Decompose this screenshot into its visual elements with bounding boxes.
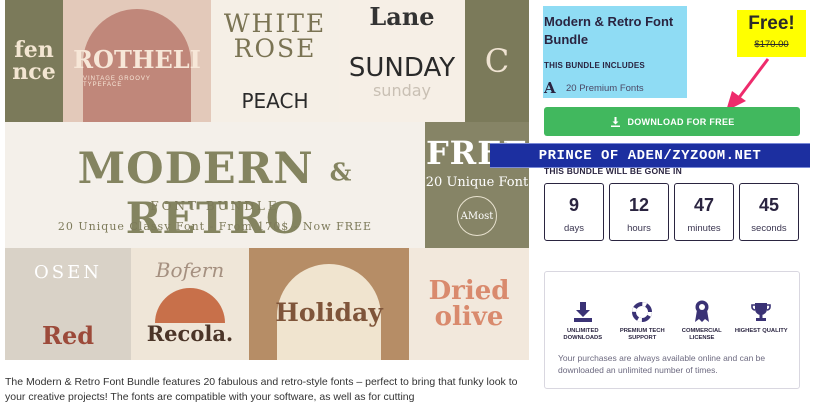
font-preview-text: WHITE ROSE <box>223 9 327 63</box>
font-preview-tile: Holiday <box>249 248 409 360</box>
banner-free-panel: FREE 20 Unique Font AMost <box>425 122 529 248</box>
feature-premium-support: PREMIUM TECH SUPPORT <box>613 300 671 342</box>
font-preview-tile: Lane SUNDAY sunday <box>339 0 465 122</box>
font-preview-text: PEACH <box>241 89 309 113</box>
download-button-label: DOWNLOAD FOR FREE <box>627 116 735 127</box>
countdown-hours: 12 hours <box>609 183 669 241</box>
countdown-unit: seconds <box>751 223 787 234</box>
font-preview-text: Bofern <box>155 258 225 282</box>
original-price: $170.00 <box>754 39 789 50</box>
font-preview-tile: ROTHELI VINTAGE GROOVY TYPEFACE <box>63 0 211 122</box>
countdown-value: 9 <box>568 195 579 215</box>
feature-commercial-license: COMMERCIAL LICENSE <box>673 300 731 342</box>
award-ribbon-icon <box>673 300 731 322</box>
banner-ampersand: & <box>329 157 353 187</box>
bundle-item: A 20 Premium Fonts <box>544 79 687 97</box>
feature-label: PREMIUM TECH SUPPORT <box>619 328 665 341</box>
font-preview-text: Red <box>42 321 94 350</box>
banner-title-part: MODERN <box>77 144 314 194</box>
font-preview-text: Holiday <box>275 297 383 327</box>
font-preview-text: OSEN <box>34 262 102 283</box>
font-preview-text: fen nce <box>12 37 56 85</box>
product-title-block: Modern & Retro Font Bundle THIS BUNDLE I… <box>543 6 687 98</box>
font-preview-tile: OSEN Red <box>5 248 131 360</box>
trophy-icon <box>732 300 790 322</box>
pointer-arrow-icon <box>726 58 770 111</box>
feature-highest-quality: HIGHEST QUALITY <box>732 300 790 342</box>
brand-logo: AMost <box>457 196 497 236</box>
font-preview-tile: fen nce <box>5 0 63 122</box>
countdown-seconds: 45 seconds <box>739 183 799 241</box>
countdown-days: 9 days <box>544 183 604 241</box>
feature-unlimited-downloads: UNLIMITED DOWNLOADS <box>554 300 612 342</box>
countdown-value: 47 <box>693 195 715 215</box>
bundle-item-label: 20 Premium Fonts <box>566 82 644 94</box>
feature-label: COMMERCIAL LICENSE <box>681 328 722 341</box>
product-description: The Modern & Retro Font Bundle features … <box>5 376 518 403</box>
font-preview-text: ROTHELI <box>73 45 201 74</box>
font-preview-text: Lane <box>369 2 435 31</box>
download-button[interactable]: DOWNLOAD FOR FREE <box>544 107 800 136</box>
font-preview-text: Dried olive <box>428 276 510 332</box>
price-badge: Free! $170.00 <box>737 10 806 57</box>
countdown-minutes: 47 minutes <box>674 183 734 241</box>
font-preview-text: sunday <box>372 81 432 100</box>
font-preview-tile: Dried olive <box>409 248 529 360</box>
bundle-includes-label: THIS BUNDLE INCLUDES <box>544 61 645 70</box>
countdown-unit: days <box>563 223 585 234</box>
font-preview-tile: C <box>465 0 529 122</box>
free-label: Free! <box>748 13 795 34</box>
font-icon: A <box>544 79 556 97</box>
product-title: Modern & Retro Font Bundle <box>544 14 674 47</box>
countdown-value: 12 <box>628 195 650 215</box>
countdown-label: THIS BUNDLE WILL BE GONE IN <box>544 166 682 176</box>
features-panel: UNLIMITED DOWNLOADS PREMIUM TECH SUPPORT… <box>544 271 800 389</box>
font-preview-tile: Bofern Recola. <box>131 248 249 360</box>
banner-price-line: 20 Unique Classy Font - From 170$ - Now … <box>57 220 373 233</box>
bundle-banner: MODERN & RETRO FONT BUNDLE 20 Unique Cla… <box>5 122 425 248</box>
banner-subtitle: FONT BUNDLE <box>150 199 280 213</box>
countdown-unit: minutes <box>687 223 721 234</box>
feature-label: UNLIMITED DOWNLOADS <box>563 328 603 341</box>
font-preview-text: C <box>484 42 510 80</box>
banner-free-count: 20 Unique Font <box>425 175 529 190</box>
countdown-timer: 9 days 12 hours 47 minutes 45 seconds <box>544 183 799 241</box>
features-note: Your purchases are always available onli… <box>558 353 766 375</box>
countdown-unit: hours <box>627 223 651 234</box>
download-icon <box>554 300 612 322</box>
countdown-value: 45 <box>758 195 780 215</box>
font-preview-text: SUNDAY <box>348 53 456 83</box>
watermark-overlay: PRINCE OF ADEN/ZYZOOM.NET <box>490 143 810 168</box>
font-preview-text: Recola. <box>146 321 234 346</box>
lifebuoy-icon <box>613 300 671 322</box>
font-preview-subtext: VINTAGE GROOVY TYPEFACE <box>83 76 151 88</box>
bundle-preview-image: fen nce ROTHELI VINTAGE GROOVY TYPEFACE W… <box>5 0 529 360</box>
font-preview-tile: WHITE ROSE PEACH <box>211 0 339 122</box>
feature-label: HIGHEST QUALITY <box>734 328 788 334</box>
download-icon <box>609 116 621 127</box>
